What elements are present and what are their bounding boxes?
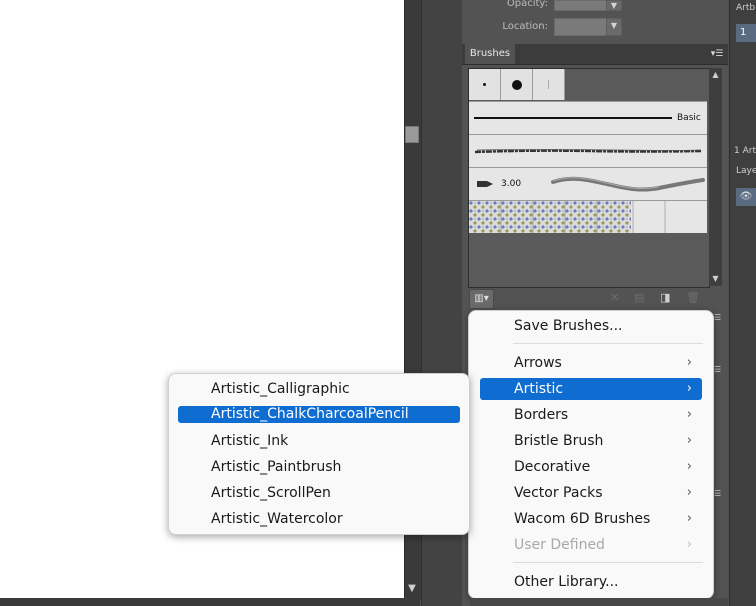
chevron-right-icon: › (686, 407, 692, 422)
brush-libraries-icon[interactable]: ▥▾ (469, 289, 494, 309)
brush-row-charcoal[interactable] (469, 134, 707, 167)
dot-pattern-icon (469, 201, 666, 233)
panel-menu-icon[interactable]: ▾☰ (708, 44, 726, 64)
brush-libraries-menu: Save Brushes... Arrows › Artistic › Border… (468, 310, 714, 599)
scroll-down-arrow-icon[interactable]: ▼ (404, 580, 420, 598)
tapered-stroke-icon (551, 176, 705, 192)
remove-stroke-icon[interactable]: ✕ (610, 288, 619, 308)
chevron-right-icon: › (686, 537, 692, 552)
opacity-label: Opacity: (506, 0, 548, 9)
stroke-size-label: 3.00 (501, 179, 522, 189)
brush-tip-row (469, 69, 565, 100)
library-wacom-6d-brushes[interactable]: Wacom 6D Brushes › (480, 508, 702, 530)
library-user-defined: User Defined › (480, 534, 702, 556)
brush-row-pressure[interactable]: 3.00 (469, 167, 707, 200)
location-dropdown-icon[interactable]: ▼ (606, 18, 622, 36)
chevron-right-icon: › (686, 381, 692, 396)
menu-separator (513, 562, 703, 563)
library-decorative[interactable]: Decorative › (480, 456, 702, 478)
artboards-count: 1 Art (734, 146, 756, 156)
panel-menu-icon-2[interactable]: ☰ (714, 313, 728, 325)
brush-tip-small[interactable] (469, 69, 501, 100)
charcoal-stroke-icon (474, 149, 702, 154)
panel-menu-icon-4[interactable]: ☰ (714, 489, 728, 501)
visibility-eye-icon[interactable]: 👁 (736, 188, 756, 206)
panel-menu-icon-3[interactable]: ☰ (714, 365, 728, 377)
vertical-scroll-thumb[interactable] (405, 126, 419, 143)
chevron-right-icon: › (686, 459, 692, 474)
library-vector-packs[interactable]: Vector Packs › (480, 482, 702, 504)
artistic-submenu: Artistic_Calligraphic Artistic_ChalkChar… (168, 373, 470, 535)
other-library-item[interactable]: Other Library... (480, 571, 702, 593)
brushes-tab[interactable]: Brushes (465, 44, 515, 64)
basic-stroke-icon (474, 117, 672, 119)
library-artistic[interactable]: Artistic › (480, 378, 702, 400)
chevron-right-icon: › (686, 511, 692, 526)
thin-line-icon (548, 80, 549, 89)
location-field[interactable] (554, 18, 608, 36)
menu-separator (513, 343, 703, 344)
artboards-tab[interactable]: Artb (736, 3, 755, 13)
chevron-right-icon: › (686, 355, 692, 370)
brush-list-scrollbar[interactable]: ▲ ▼ (709, 68, 722, 286)
brush-tip-large[interactable] (501, 69, 533, 100)
location-label: Location: (502, 21, 548, 32)
artistic-chalk-charcoal-pencil[interactable]: Artistic_ChalkCharcoalPencil (178, 406, 460, 423)
layers-tab[interactable]: Laye (736, 166, 756, 176)
artistic-ink[interactable]: Artistic_Ink (178, 430, 460, 452)
scroll-down-arrow-icon[interactable]: ▼ (709, 274, 722, 283)
artboard-number[interactable]: 1 (736, 24, 756, 42)
options-icon[interactable]: ▤ (634, 288, 644, 308)
brush-tip-thin[interactable] (533, 69, 565, 100)
artistic-calligraphic[interactable]: Artistic_Calligraphic (178, 378, 460, 400)
artistic-paintbrush[interactable]: Artistic_Paintbrush (178, 456, 460, 478)
brush-row-basic[interactable]: Basic (469, 101, 707, 134)
delete-brush-icon[interactable]: 🗑 (686, 288, 700, 308)
small-dot-icon (483, 83, 486, 86)
basic-label: Basic (677, 113, 701, 123)
bottom-toolbar (470, 598, 728, 606)
opacity-dropdown-icon[interactable]: ▼ (606, 0, 622, 11)
artistic-watercolor[interactable]: Artistic_Watercolor (178, 508, 460, 530)
brush-row-pattern[interactable] (469, 200, 707, 233)
opacity-field[interactable] (554, 0, 608, 11)
artistic-scrollpen[interactable]: Artistic_ScrollPen (178, 482, 460, 504)
chevron-right-icon: › (686, 433, 692, 448)
save-brushes-item[interactable]: Save Brushes... (480, 315, 702, 337)
large-dot-icon (512, 80, 522, 90)
horizontal-scrollbar[interactable] (0, 598, 420, 606)
new-brush-icon[interactable]: ◨ (660, 288, 670, 308)
scroll-up-arrow-icon[interactable]: ▲ (709, 70, 722, 79)
artboards-layers-panel (729, 0, 756, 606)
library-arrows[interactable]: Arrows › (480, 352, 702, 374)
pen-pressure-icon (477, 181, 493, 187)
library-borders[interactable]: Borders › (480, 404, 702, 426)
library-bristle-brush[interactable]: Bristle Brush › (480, 430, 702, 452)
chevron-right-icon: › (686, 485, 692, 500)
